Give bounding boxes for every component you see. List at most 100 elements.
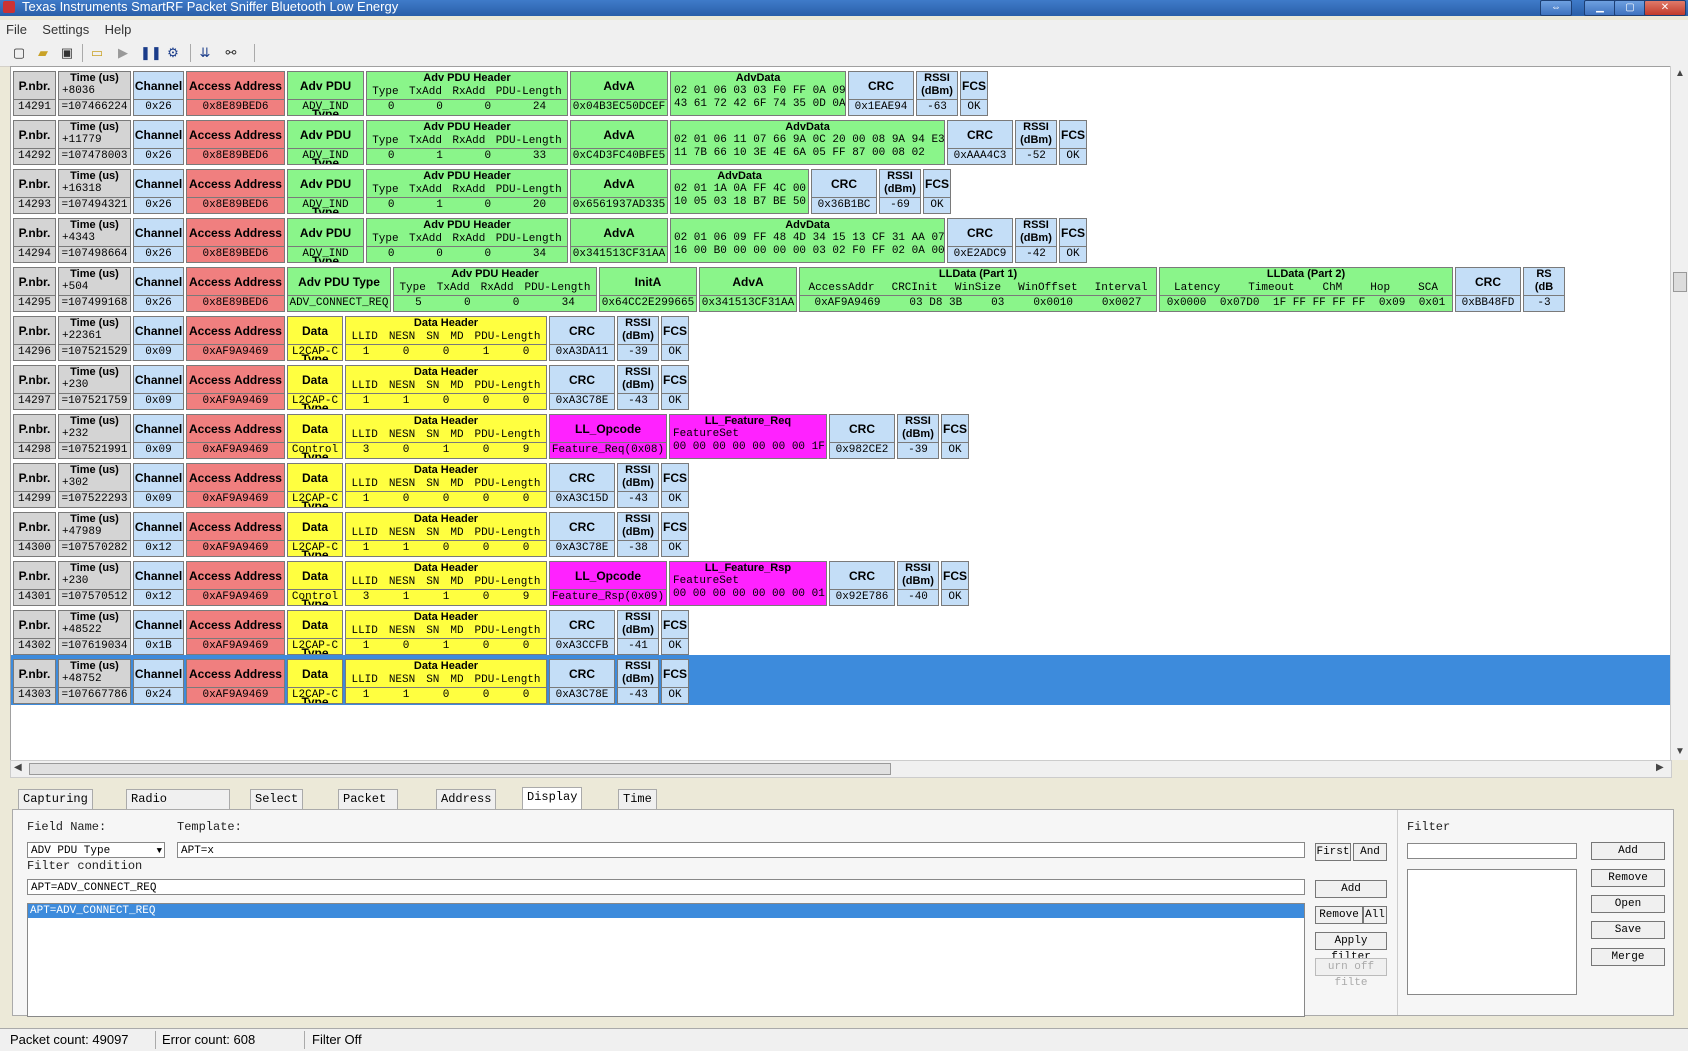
packet-row[interactable]: P.nbr. 14293 Time (us) +16318 =107494321 Chan… (11, 165, 1671, 215)
packet-row[interactable]: P.nbr. 14297 Time (us) +230 =107521759 Channe… (11, 361, 1671, 411)
tab-select-fields[interactable]: Select fields (250, 789, 304, 825)
horizontal-scroll-thumb[interactable] (29, 763, 891, 775)
crc-cell-title: CRC (569, 618, 595, 632)
tab-address-book[interactable]: Address book (436, 789, 497, 825)
packet-row[interactable]: P.nbr. 14294 Time (us) +4343 =107498664 Chann… (11, 214, 1671, 264)
saved-merge-button[interactable]: Merge (1591, 948, 1665, 966)
packet-row[interactable]: P.nbr. 14299 Time (us) +302 =107522293 Channe… (11, 459, 1671, 509)
rssi-cell-title: RSSI (1023, 121, 1049, 133)
data-header-cell-subheader: LLID (351, 625, 378, 637)
scroll-down-arrow-icon[interactable]: ▼ (1675, 746, 1685, 757)
data-header-cell-subvalue: 1 (362, 346, 370, 358)
packet-row[interactable]: P.nbr. 14303 Time (us) +48752 =107667786 Chan… (11, 655, 1671, 705)
template-field[interactable]: APT=x (177, 842, 1305, 858)
channel-cell: Channel 0x26 (133, 169, 184, 214)
tab-capturing-device[interactable]: Capturing device (18, 789, 93, 825)
packet-list[interactable]: P.nbr. 14291 Time (us) +8036 =107466224 Chann… (10, 66, 1672, 762)
packet-row[interactable]: P.nbr. 14296 Time (us) +22361 =107521529 Chan… (11, 312, 1671, 362)
tab-radio-configuration[interactable]: Radio Configuration (126, 789, 230, 825)
play-icon[interactable]: ▶ (114, 44, 132, 62)
remove-condition-button[interactable]: Remove (1315, 906, 1363, 924)
tab-packet-details[interactable]: Packet details (338, 789, 399, 825)
save-icon[interactable]: ▣ (58, 44, 76, 62)
packet-row[interactable]: P.nbr. 14295 Time (us) +504 =107499168 Channe… (11, 263, 1671, 313)
access-address-cell-title: Access Address (189, 177, 282, 191)
horizontal-scrollbar[interactable]: ◀ ▶ (10, 760, 1672, 778)
saved-remove-button[interactable]: Remove (1591, 869, 1665, 887)
adva-cell-value: 0x341513CF31AA (700, 295, 796, 309)
adva-cell-value: 0x6561937AD335 (571, 197, 667, 211)
menu-file[interactable]: File (0, 20, 33, 39)
packet-row[interactable]: P.nbr. 14298 Time (us) +232 =107521991 Channe… (11, 410, 1671, 460)
crc-cell-value: 0xA3C78E (550, 540, 614, 556)
turn-off-filter-button[interactable]: urn off filte (1315, 958, 1387, 989)
adv-pdu-type-cell-value: ADV_IND (288, 246, 363, 262)
scroll-right-icon[interactable]: ▶ (1656, 762, 1664, 773)
first-button[interactable]: First (1315, 843, 1351, 861)
packet-row[interactable]: P.nbr. 14300 Time (us) +47989 =107570282 Chan… (11, 508, 1671, 558)
packet-number-label: P.nbr. (18, 177, 51, 191)
access-address-cell-title: Access Address (189, 226, 282, 240)
data-header-cell-title: Data Header (413, 464, 479, 476)
time-cell: Time (us) +48752 =107667786 (58, 659, 131, 704)
vertical-scroll-thumb[interactable] (1673, 272, 1687, 292)
advdata-cell-title: AdvData (785, 121, 830, 133)
adv-pdu-header-cell-subheader: RxAdd (452, 135, 486, 147)
remove-all-button[interactable]: All (1363, 906, 1387, 924)
saved-open-button[interactable]: Open (1591, 895, 1665, 913)
scroll-up-icon[interactable]: ▲ (1675, 68, 1685, 79)
open-icon[interactable]: ▰ (34, 44, 52, 62)
saved-save-button[interactable]: Save (1591, 921, 1665, 939)
time-cell: Time (us) +230 =107521759 (58, 365, 131, 410)
packet-row[interactable]: P.nbr. 14302 Time (us) +48522 =107619034 Chan… (11, 606, 1671, 656)
vertical-scrollbar[interactable]: ▲ ▼ (1670, 66, 1688, 760)
settings-icon[interactable]: ⚙ (164, 44, 182, 62)
adv-pdu-header-cell-subvalue: 1 (436, 199, 443, 211)
menu-help[interactable]: Help (99, 20, 138, 39)
scroll-down-icon[interactable]: ⇊ (196, 44, 214, 62)
saved-add-button[interactable]: Add (1591, 842, 1665, 860)
rssi-cell: RSSI (dBm) -41 (617, 610, 659, 655)
time-cell: Time (us) +22361 =107521529 (58, 316, 131, 361)
adv-pdu-type-cell-value: ADV_CONNECT_REQ (288, 295, 390, 309)
restore-size-button[interactable]: ⇔ (1540, 0, 1572, 16)
folder-icon[interactable]: ▭ (88, 44, 106, 62)
access-address-cell-value: 0x8E89BED6 (187, 197, 284, 213)
fcs-cell: FCS OK (661, 659, 689, 704)
packet-number-cell: P.nbr. 14293 (13, 169, 56, 214)
close-button[interactable]: ✕ (1644, 0, 1686, 16)
chevron-down-icon[interactable]: ▼ (157, 843, 162, 859)
packet-number-cell: P.nbr. 14300 (13, 512, 56, 557)
pause-icon[interactable]: ❚❚ (140, 44, 162, 62)
new-icon[interactable]: ▢ (10, 44, 28, 62)
filter-condition-input[interactable]: APT=ADV_CONNECT_REQ (27, 879, 1305, 895)
menu-settings[interactable]: Settings (36, 20, 95, 39)
filter-list-item[interactable]: APT=ADV_CONNECT_REQ (28, 904, 1304, 918)
access-address-cell: Access Address 0xAF9A9469 (186, 316, 285, 361)
filter-list[interactable]: APT=ADV_CONNECT_REQ (27, 903, 1305, 1017)
and-button[interactable]: And (1353, 843, 1387, 861)
field-name-select[interactable]: ADV PDU Type ▼ (27, 842, 165, 858)
apply-filter-button[interactable]: Apply filter (1315, 932, 1387, 963)
minimize-button[interactable]: ▁ (1584, 0, 1616, 16)
crc-cell: CRC 0xA3C78E (549, 365, 615, 410)
saved-filter-input[interactable] (1407, 843, 1577, 859)
packet-row[interactable]: P.nbr. 14301 Time (us) +230 =107570512 Channe… (11, 557, 1671, 607)
packet-row[interactable]: P.nbr. 14292 Time (us) +11779 =107478003 Chan… (11, 116, 1671, 166)
adv-pdu-header-cell-subheader: PDU-Length (495, 86, 562, 98)
data-header-cell-subvalue: 1 (362, 493, 370, 505)
add-condition-button[interactable]: Add (1315, 880, 1387, 898)
saved-filter-list[interactable] (1407, 869, 1577, 995)
lldata-part2-cell-subvalue: 0x09 (1378, 297, 1406, 309)
packet-number: 14299 (14, 491, 55, 507)
crc-cell-value: 0xBB48FD (1456, 295, 1520, 311)
advdata-cell: AdvData 02 01 06 11 07 66 9A 0C 20 00 08 … (670, 120, 945, 165)
adv-pdu-type-cell-value: ADV_IND (288, 148, 363, 164)
connect-icon[interactable]: ⚯ (222, 44, 240, 62)
packet-row[interactable]: P.nbr. 14291 Time (us) +8036 =107466224 Chann… (11, 67, 1671, 117)
tab-display-filter[interactable]: Display filter (522, 787, 583, 823)
scroll-left-icon[interactable]: ◀ (14, 762, 22, 773)
maximize-button[interactable]: ▢ (1614, 0, 1646, 16)
tab-time-line[interactable]: Time line (618, 789, 657, 825)
data-header-cell-subheader: MD (450, 576, 464, 588)
